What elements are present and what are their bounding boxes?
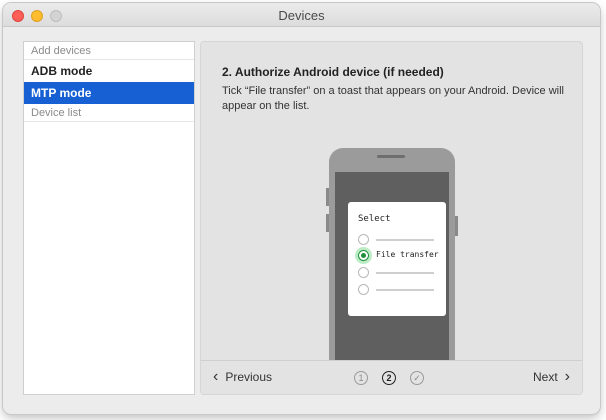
radio-icon	[358, 267, 369, 278]
phone-button	[326, 214, 329, 232]
title-bar: Devices	[3, 3, 600, 27]
chevron-right-icon: ›	[564, 368, 570, 385]
wizard-footer: ‹ Previous 1 2 ✓ Next ›	[201, 360, 582, 394]
previous-button[interactable]: ‹ Previous	[213, 368, 273, 385]
dialog-option	[358, 267, 438, 279]
previous-label: Previous	[225, 370, 273, 384]
sidebar-item-mtp-mode[interactable]: MTP mode	[24, 82, 194, 104]
radio-icon	[358, 234, 369, 245]
phone-button	[326, 188, 329, 206]
select-dialog: Select File transfer	[348, 202, 446, 316]
step-done-check-icon: ✓	[410, 371, 424, 385]
devices-window: Devices Add devices ADB mode MTP mode De…	[3, 3, 600, 414]
chevron-left-icon: ‹	[213, 368, 219, 385]
window-title: Devices	[278, 8, 325, 23]
phone-button	[455, 216, 458, 236]
next-button[interactable]: Next ›	[532, 368, 570, 385]
main-panel: 2. Authorize Android device (if needed) …	[200, 41, 583, 395]
option-placeholder-line	[376, 289, 434, 291]
dialog-option	[358, 234, 438, 246]
step-description: Tick “File transfer” on a toast that app…	[222, 85, 564, 112]
radio-icon	[358, 284, 369, 295]
sidebar-item-adb-mode[interactable]: ADB mode	[24, 60, 194, 82]
phone-illustration: Select File transfer	[326, 148, 458, 364]
next-label: Next	[532, 370, 558, 384]
sidebar: Add devices ADB mode MTP mode Device lis…	[23, 41, 195, 395]
radio-selected-icon	[358, 250, 369, 261]
dialog-option-file-transfer: File transfer	[358, 250, 439, 262]
dialog-title: Select	[358, 214, 391, 224]
sidebar-header-device-list: Device list	[24, 104, 194, 122]
dialog-option	[358, 284, 438, 296]
phone-screen: Select File transfer	[335, 172, 449, 364]
option-label: File transfer	[376, 250, 439, 259]
step-title: 2. Authorize Android device (if needed)	[222, 65, 444, 79]
step-1-indicator: 1	[354, 371, 368, 385]
step-2-indicator: 2	[382, 371, 396, 385]
option-placeholder-line	[376, 272, 434, 274]
sidebar-header-add-devices: Add devices	[24, 42, 194, 60]
phone-speaker	[377, 155, 405, 158]
option-placeholder-line	[376, 239, 434, 241]
step-indicator: 1 2 ✓	[354, 371, 424, 385]
